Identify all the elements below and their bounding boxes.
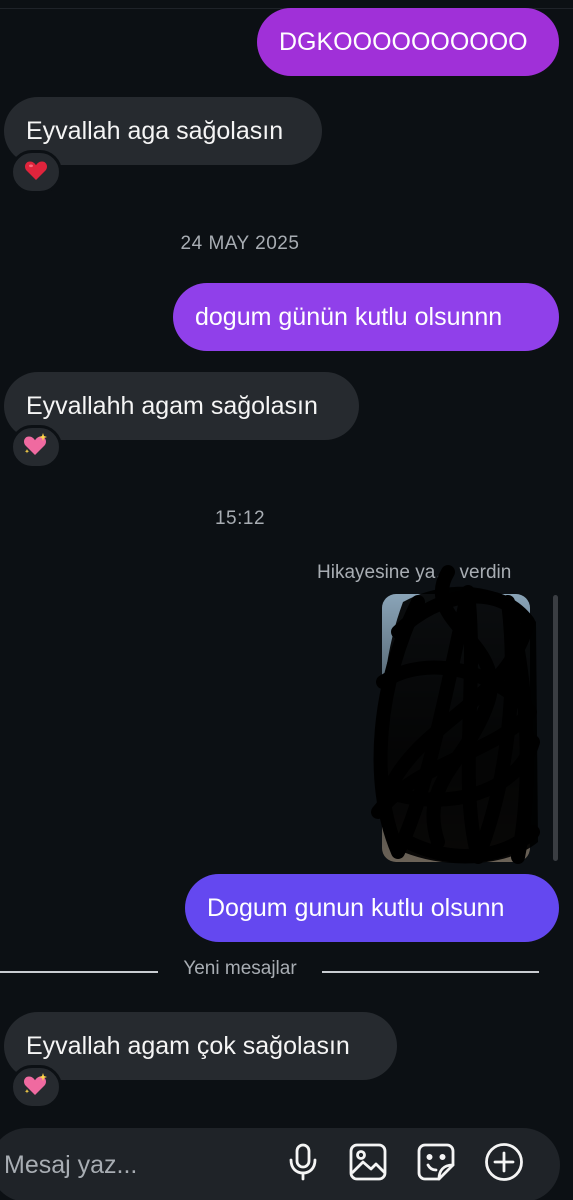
- sparkling-heart-icon: [23, 1072, 49, 1102]
- plus-icon: [484, 1142, 524, 1187]
- chat-screen: DGKOOOOOOOOOO Eyvallah aga sağolasın 24 …: [0, 0, 573, 1200]
- sticker-icon: [417, 1143, 455, 1186]
- scrollbar[interactable]: [553, 595, 558, 861]
- message-incoming[interactable]: Eyvallah agam çok sağolasın: [4, 1012, 397, 1080]
- message-outgoing[interactable]: DGKOOOOOOOOOO: [257, 8, 559, 76]
- message-input[interactable]: [4, 1148, 254, 1182]
- message-reaction[interactable]: [10, 150, 62, 194]
- message-reaction[interactable]: [10, 425, 62, 469]
- message-text: Eyvallahh agam sağolasın: [26, 391, 318, 420]
- time-timestamp: 15:12: [214, 508, 266, 529]
- new-messages-divider: Yeni mesajlar: [0, 958, 573, 986]
- image-button[interactable]: [346, 1142, 390, 1186]
- divider-line-right: [322, 971, 539, 973]
- message-text: Eyvallah aga sağolasın: [26, 116, 284, 145]
- divider-label: Yeni mesajlar: [183, 958, 297, 979]
- microphone-icon: [286, 1143, 320, 1186]
- red-heart-icon: [24, 159, 48, 186]
- message-outgoing[interactable]: Dogum gunun kutlu olsunn: [185, 874, 559, 942]
- message-text: Dogum gunun kutlu olsunn: [207, 893, 505, 922]
- message-reaction[interactable]: [10, 1065, 62, 1109]
- image-icon: [349, 1143, 387, 1186]
- message-incoming[interactable]: Eyvallahh agam sağolasın: [4, 372, 359, 440]
- divider-line-left: [0, 971, 158, 973]
- message-outgoing[interactable]: dogum günün kutlu olsunnn: [173, 283, 559, 351]
- message-text: dogum günün kutlu olsunnn: [195, 302, 503, 331]
- microphone-button[interactable]: [281, 1142, 325, 1186]
- add-button[interactable]: [482, 1142, 526, 1186]
- message-text: Eyvallah agam çok sağolasın: [26, 1031, 350, 1060]
- date-timestamp: 24 MAY 2025: [180, 233, 300, 254]
- sticker-button[interactable]: [414, 1142, 458, 1186]
- message-text: DGKOOOOOOOOOO: [279, 27, 528, 56]
- redaction-scribble: [371, 565, 540, 864]
- sparkling-heart-icon: [23, 432, 49, 462]
